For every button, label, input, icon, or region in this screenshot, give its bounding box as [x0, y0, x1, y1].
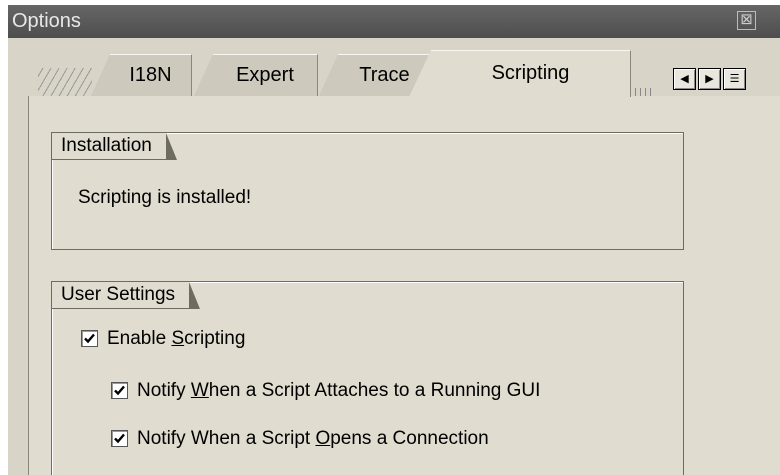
user-settings-group-title: User Settings: [51, 281, 201, 309]
installation-group: Installation Scripting is installed!: [51, 132, 684, 250]
title-bar[interactable]: Options ⊠: [8, 5, 780, 38]
tab-content-panel: Installation Scripting is installed! Use…: [28, 96, 780, 475]
tab-strip: I18N Expert Trace Scripting ◀ ▶ ☰: [8, 38, 780, 97]
tab-label: I18N: [129, 64, 172, 86]
checkbox-box[interactable]: [111, 430, 128, 447]
notify-attach-label: Notify When a Script Attaches to a Runni…: [137, 380, 541, 401]
tab-i18n[interactable]: I18N: [91, 54, 192, 96]
tab-label: Scripting: [491, 62, 570, 84]
triangle-left-icon: ◀: [680, 73, 689, 85]
checkbox-box[interactable]: [81, 330, 98, 347]
tab-list-button[interactable]: ☰: [723, 68, 746, 90]
triangle-right-icon: ▶: [705, 73, 714, 85]
checkmark-icon: [114, 385, 125, 396]
notify-connection-label: Notify When a Script Opens a Connection: [137, 428, 489, 449]
checkbox-box[interactable]: [111, 382, 128, 399]
tab-scroll-right-button[interactable]: ▶: [698, 68, 721, 90]
enable-scripting-label: Enable Scripting: [107, 328, 246, 349]
user-settings-group: User Settings Enable Scripting Notify Wh…: [51, 281, 684, 475]
installation-group-title: Installation: [51, 132, 177, 160]
installation-status: Scripting is installed!: [78, 187, 252, 208]
tab-label: Expert: [236, 64, 294, 86]
tab-list-icon: ☰: [729, 73, 740, 85]
tab-scroll-left-button[interactable]: ◀: [673, 68, 696, 90]
tab-overflow-lines: [38, 68, 92, 96]
tab-label: Trace: [359, 64, 410, 86]
options-window: Options ⊠ I18N Expert Trace Scripting ◀ …: [8, 5, 780, 475]
tab-expert[interactable]: Expert: [194, 54, 318, 96]
tab-scripting[interactable]: Scripting: [409, 50, 631, 97]
window-title: Options: [12, 10, 81, 32]
hidden-tabs-indicator: [635, 88, 655, 96]
checkmark-icon: [84, 333, 95, 344]
close-icon[interactable]: ⊠: [737, 11, 756, 30]
checkmark-icon: [114, 433, 125, 444]
